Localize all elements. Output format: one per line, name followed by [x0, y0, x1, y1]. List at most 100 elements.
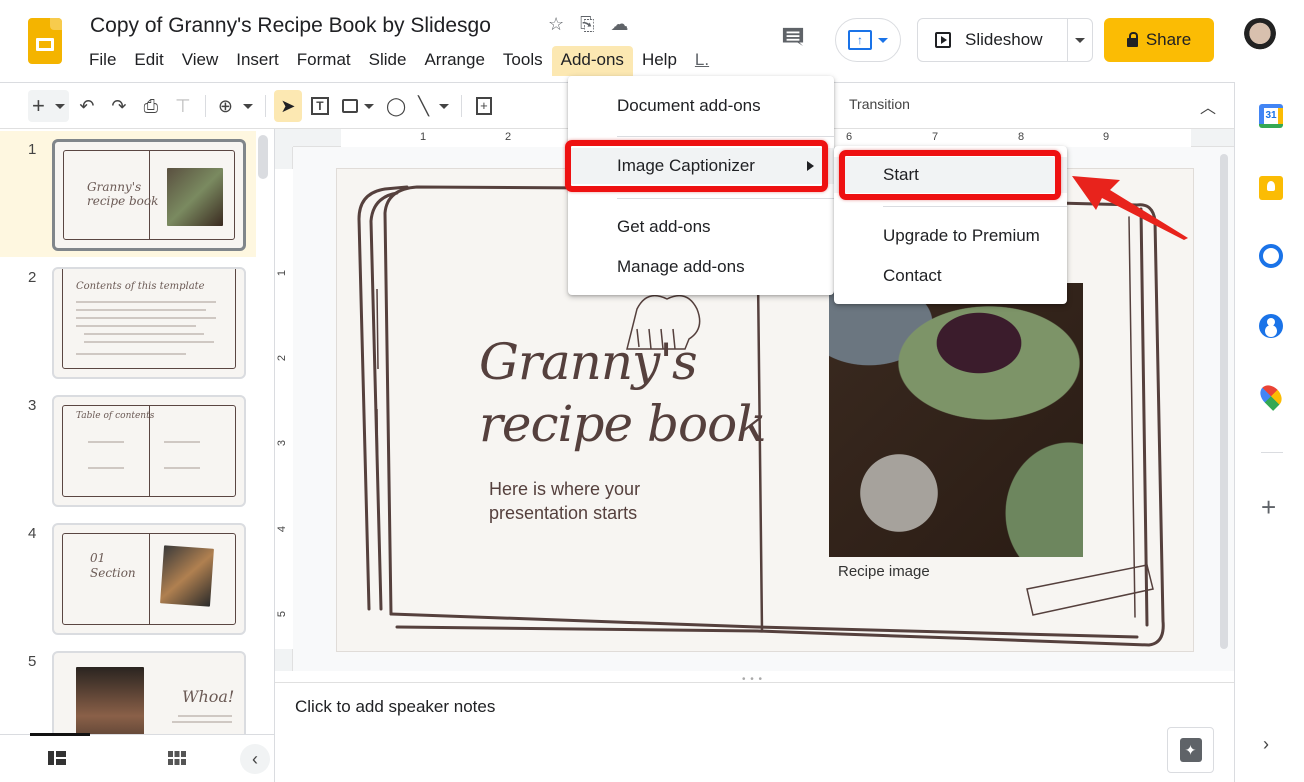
filmstrip-slide-5[interactable]: 5 Whoa!	[0, 643, 256, 734]
tasks-icon[interactable]	[1259, 244, 1283, 268]
ruler-tick: 2	[276, 354, 289, 362]
paint-format-button[interactable]: ⊤	[169, 90, 197, 122]
notes-divider	[275, 682, 1234, 683]
undo-button[interactable]: ↶	[73, 90, 101, 122]
move-to-folder-icon[interactable]: ⎘	[580, 14, 594, 35]
grid-view-icon[interactable]	[168, 751, 186, 765]
present-to-meeting-button[interactable]: ↑	[835, 18, 901, 62]
chevron-down-icon	[242, 103, 253, 109]
menu-item-label: Document add-ons	[617, 96, 761, 115]
menu-add-ons[interactable]: Add-ons	[551, 46, 633, 76]
filmstrip-slide-3[interactable]: 3 Table of contents	[0, 387, 256, 513]
menu-insert[interactable]: Insert	[227, 46, 288, 76]
editor-scrollbar[interactable]	[1220, 154, 1228, 649]
menu-slide[interactable]: Slide	[360, 46, 416, 76]
slideshow-button[interactable]: Slideshow	[918, 19, 1068, 61]
ruler-tick: 8	[1018, 131, 1025, 143]
recipe-photo[interactable]	[829, 283, 1083, 557]
subtitle-line: Here is where your	[489, 479, 641, 499]
menu-separator	[883, 206, 1067, 207]
chevron-down-icon	[438, 103, 449, 109]
filmstrip-slide-4[interactable]: 4 01 Section	[0, 515, 256, 641]
text-box-button[interactable]: T	[306, 90, 334, 122]
ruler-tick: 7	[932, 131, 939, 143]
slide-subtitle[interactable]: Here is where your presentation starts	[489, 477, 640, 525]
toolbar: + ↶ ↷ ⎙ ⊤ ⊕ ➤ T ◯ ╲ +	[28, 88, 498, 124]
filmstrip-scrollbar[interactable]	[258, 135, 268, 179]
chevron-right-icon[interactable]: ›	[1263, 734, 1269, 755]
play-icon	[935, 32, 951, 48]
slide-title[interactable]: Granny's recipe book	[479, 331, 766, 455]
vertical-ruler[interactable]: 1 2 3 4 5	[275, 147, 293, 671]
menu-view[interactable]: View	[173, 46, 228, 76]
highlight-box-image-captionizer	[565, 140, 828, 192]
notes-resize-handle[interactable]: • • •	[742, 674, 763, 685]
menu-arrange[interactable]: Arrange	[415, 46, 493, 76]
print-button[interactable]: ⎙	[137, 90, 165, 122]
star-icon[interactable]: ☆	[548, 14, 564, 35]
menu-tools[interactable]: Tools	[494, 46, 552, 76]
chevron-down-icon	[54, 103, 65, 109]
slides-logo-icon[interactable]	[28, 18, 62, 64]
comment-history-icon[interactable]	[780, 26, 806, 48]
cloud-saved-icon[interactable]: ☁	[611, 14, 629, 35]
chevron-down-icon	[363, 103, 374, 109]
ruler-tick: 2	[505, 131, 512, 143]
slide-thumbnail: Table of contents	[52, 395, 246, 507]
transition-button[interactable]: Transition	[849, 96, 910, 112]
last-edit-link[interactable]: L.	[686, 46, 718, 76]
line-button[interactable]: ╲	[414, 90, 453, 122]
slide-thumbnail: Granny's recipe book	[52, 139, 246, 251]
insert-image-button[interactable]	[338, 90, 378, 122]
menu-item-label: Contact	[883, 266, 942, 285]
menu-help[interactable]: Help	[633, 46, 686, 76]
share-button[interactable]: Share	[1104, 18, 1214, 62]
menu-item-upgrade-to-premium[interactable]: Upgrade to Premium	[834, 218, 1067, 254]
ruler-tick: 5	[276, 610, 289, 618]
plus-icon: +	[32, 93, 45, 118]
menu-format[interactable]: Format	[288, 46, 360, 76]
ruler-tick: 1	[420, 131, 427, 143]
highlight-box-start	[839, 150, 1061, 200]
new-slide-button[interactable]: +	[28, 90, 69, 122]
contacts-icon[interactable]	[1259, 314, 1283, 338]
menu-item-contact[interactable]: Contact	[834, 258, 1067, 294]
present-upload-icon: ↑	[848, 30, 872, 50]
filmstrip-slide-1[interactable]: 1 Granny's recipe book	[0, 131, 256, 257]
menu-edit[interactable]: Edit	[125, 46, 172, 76]
get-add-ons-plus-icon[interactable]: +	[1261, 492, 1276, 523]
select-tool-button[interactable]: ➤	[273, 90, 302, 122]
hide-filmstrip-button[interactable]: ‹	[240, 744, 270, 774]
filmstrip-footer: ‹	[0, 733, 274, 782]
menu-bar: File Edit View Insert Format Slide Arran…	[80, 46, 718, 76]
ruler-tick: 6	[846, 131, 853, 143]
menu-item-manage-add-ons[interactable]: Manage add-ons	[568, 249, 834, 285]
slide-thumbnail: Whoa!	[52, 651, 246, 734]
menu-file[interactable]: File	[80, 46, 125, 76]
maps-icon[interactable]	[1256, 381, 1286, 411]
menu-item-get-add-ons[interactable]: Get add-ons	[568, 209, 834, 245]
menu-item-document-add-ons[interactable]: Document add-ons	[568, 88, 834, 124]
shape-icon: ◯	[385, 95, 407, 116]
slideshow-options-dropdown[interactable]	[1068, 37, 1092, 43]
calendar-icon[interactable]: 31	[1259, 104, 1283, 128]
filmstrip-view-icon[interactable]	[48, 751, 66, 765]
account-avatar[interactable]	[1240, 18, 1280, 62]
keep-icon[interactable]	[1259, 176, 1283, 200]
explore-button[interactable]: ✦	[1167, 727, 1214, 773]
document-title[interactable]: Copy of Granny's Recipe Book by Slidesgo	[90, 14, 491, 38]
collapse-menus-icon[interactable]: ︿	[1200, 94, 1216, 118]
zoom-button[interactable]: ⊕	[214, 90, 257, 122]
add-comment-icon: +	[476, 97, 492, 115]
redo-button[interactable]: ↷	[105, 90, 133, 122]
slideshow-label: Slideshow	[965, 30, 1043, 49]
toolbar-separator	[460, 95, 462, 117]
image-caption[interactable]: Recipe image	[838, 563, 930, 580]
speaker-notes-input[interactable]: Click to add speaker notes	[295, 697, 495, 717]
chevron-down-icon	[878, 37, 888, 43]
chevron-down-icon	[1075, 37, 1085, 43]
shape-button[interactable]: ◯	[382, 90, 410, 122]
slide-title-line: Granny's	[479, 333, 698, 391]
add-comment-button[interactable]: +	[470, 90, 498, 122]
filmstrip-slide-2[interactable]: 2 Contents of this template	[0, 259, 256, 385]
